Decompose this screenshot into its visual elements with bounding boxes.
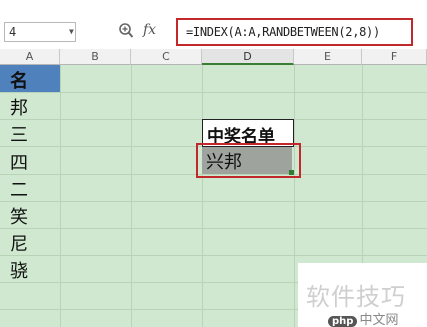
formula-input[interactable]: =INDEX(A:A,RANDBETWEEN(2,8))	[176, 18, 413, 46]
grid-line	[131, 65, 132, 327]
grid-line	[294, 65, 295, 327]
column-header-f[interactable]: F	[362, 49, 427, 65]
cell-a6[interactable]: 笑	[10, 203, 28, 229]
formula-text: =INDEX(A:A,RANDBETWEEN(2,8))	[186, 25, 380, 39]
column-header-d[interactable]: D	[202, 49, 294, 65]
chevron-down-icon[interactable]: ▼	[69, 27, 74, 36]
grid-line	[0, 92, 427, 93]
cell-a4[interactable]: 四	[10, 149, 28, 175]
watermark-text: 软件技巧	[306, 283, 406, 311]
zoom-icon[interactable]	[118, 22, 134, 40]
column-header-b[interactable]: B	[60, 49, 131, 65]
result-highlight-frame	[196, 143, 301, 178]
watermark-logo-text: 中文网	[359, 313, 399, 327]
column-header-e[interactable]: E	[294, 49, 362, 65]
cell-a1[interactable]: 名	[10, 67, 28, 93]
cell-a3[interactable]: 三	[10, 121, 28, 147]
column-header-a[interactable]: A	[0, 49, 60, 65]
cell-a2[interactable]: 邦	[10, 94, 28, 120]
name-box-value: 4	[9, 25, 17, 39]
selected-cell-a1[interactable]	[0, 65, 60, 92]
cell-a8[interactable]: 骁	[10, 257, 28, 283]
function-icon[interactable]: fx	[143, 22, 156, 38]
column-header-c[interactable]: C	[131, 49, 202, 65]
fill-handle[interactable]	[289, 170, 294, 175]
php-logo-badge: php	[328, 316, 358, 327]
grid-line	[0, 201, 427, 202]
grid-line	[0, 228, 427, 229]
watermark-logo: php 中文网	[328, 309, 398, 327]
grid-line	[0, 255, 427, 256]
cell-a5[interactable]: 二	[10, 176, 28, 202]
name-box[interactable]: 4 ▼	[4, 22, 76, 42]
grid-line	[202, 65, 203, 327]
grid-line	[60, 65, 61, 327]
formula-bar: 4 ▼ fx =INDEX(A:A,RANDBETWEEN(2,8))	[0, 15, 427, 49]
cell-a7[interactable]: 尼	[10, 230, 28, 256]
